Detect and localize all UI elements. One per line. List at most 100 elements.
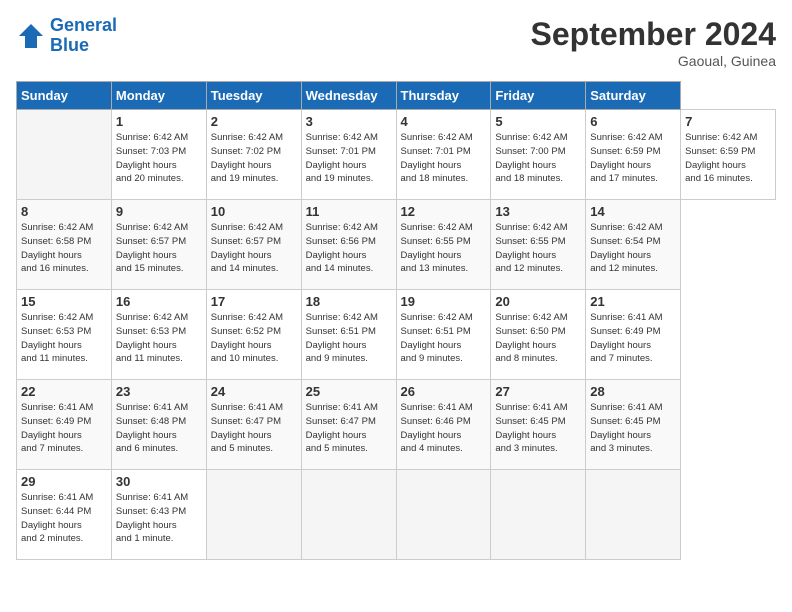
day-detail: Sunrise: 6:41 AMSunset: 6:44 PMDaylight … [21,491,107,546]
calendar-day-cell [396,470,491,560]
calendar-week-row: 22 Sunrise: 6:41 AMSunset: 6:49 PMDayligh… [17,380,776,470]
weekday-header-cell: Monday [111,82,206,110]
page-header: General Blue September 2024 Gaoual, Guin… [16,16,776,69]
day-detail: Sunrise: 6:42 AMSunset: 6:56 PMDaylight … [306,221,392,276]
day-number: 4 [401,114,487,129]
calendar-day-cell: 5Sunrise: 6:42 AMSunset: 7:00 PMDaylight… [491,110,586,200]
day-detail: Sunrise: 6:41 AMSunset: 6:49 PMDaylight … [21,401,107,456]
day-detail: Sunrise: 6:42 AMSunset: 7:01 PMDaylight … [401,131,487,186]
weekday-header-cell: Thursday [396,82,491,110]
calendar-week-row: 29Sunrise: 6:41 AMSunset: 6:44 PMDayligh… [17,470,776,560]
day-detail: Sunrise: 6:41 AMSunset: 6:47 PMDaylight … [306,401,392,456]
day-number: 26 [401,384,487,399]
day-number: 19 [401,294,487,309]
day-detail: Sunrise: 6:41 AMSunset: 6:43 PMDaylight … [116,491,202,546]
day-detail: Sunrise: 6:42 AMSunset: 6:57 PMDaylight … [116,221,202,276]
day-detail: Sunrise: 6:42 AMSunset: 7:01 PMDaylight … [306,131,392,186]
calendar-day-cell: 9Sunrise: 6:42 AMSunset: 6:57 PMDaylight… [111,200,206,290]
logo-line2: Blue [50,35,89,55]
calendar-day-cell: 13Sunrise: 6:42 AMSunset: 6:55 PMDayligh… [491,200,586,290]
day-number: 16 [116,294,202,309]
logo-line1: General [50,15,117,35]
day-detail: Sunrise: 6:42 AMSunset: 6:59 PMDaylight … [590,131,676,186]
day-number: 21 [590,294,676,309]
day-detail: Sunrise: 6:42 AMSunset: 6:57 PMDaylight … [211,221,297,276]
day-detail: Sunrise: 6:41 AMSunset: 6:49 PMDaylight … [590,311,676,366]
logo-icon [16,21,46,51]
day-number: 24 [211,384,297,399]
calendar-day-cell: 12 Sunrise: 6:42 AMSunset: 6:55 PMDayligh… [396,200,491,290]
day-number: 13 [495,204,581,219]
calendar-day-cell: 17Sunrise: 6:42 AMSunset: 6:52 PMDayligh… [206,290,301,380]
calendar-day-cell: 18Sunrise: 6:42 AMSunset: 6:51 PMDayligh… [301,290,396,380]
calendar-week-row: 8 Sunrise: 6:42 AMSunset: 6:58 PMDaylight… [17,200,776,290]
calendar-day-cell: 24 Sunrise: 6:41 AMSunset: 6:47 PMDayligh… [206,380,301,470]
day-number: 2 [211,114,297,129]
subtitle: Gaoual, Guinea [531,53,776,69]
day-number: 18 [306,294,392,309]
day-number: 1 [116,114,202,129]
weekday-header-cell: Sunday [17,82,112,110]
day-number: 22 [21,384,107,399]
weekday-header-row: SundayMondayTuesdayWednesdayThursdayFrid… [17,82,776,110]
day-detail: Sunrise: 6:41 AMSunset: 6:45 PMDaylight … [495,401,581,456]
calendar-day-cell: 11 Sunrise: 6:42 AMSunset: 6:56 PMDayligh… [301,200,396,290]
calendar-day-cell: 15Sunrise: 6:42 AMSunset: 6:53 PMDayligh… [17,290,112,380]
calendar-day-cell: 19Sunrise: 6:42 AMSunset: 6:51 PMDayligh… [396,290,491,380]
calendar-day-cell: 20 Sunrise: 6:42 AMSunset: 6:50 PMDayligh… [491,290,586,380]
day-detail: Sunrise: 6:42 AMSunset: 7:03 PMDaylight … [116,131,202,186]
calendar-day-cell: 2Sunrise: 6:42 AMSunset: 7:02 PMDaylight… [206,110,301,200]
logo: General Blue [16,16,117,56]
day-detail: Sunrise: 6:42 AMSunset: 6:55 PMDaylight … [401,221,487,276]
logo-text: General Blue [50,16,117,56]
day-detail: Sunrise: 6:42 AMSunset: 6:58 PMDaylight … [21,221,107,276]
day-detail: Sunrise: 6:42 AMSunset: 7:00 PMDaylight … [495,131,581,186]
weekday-header-cell: Tuesday [206,82,301,110]
day-detail: Sunrise: 6:41 AMSunset: 6:48 PMDaylight … [116,401,202,456]
day-detail: Sunrise: 6:41 AMSunset: 6:47 PMDaylight … [211,401,297,456]
day-number: 28 [590,384,676,399]
day-detail: Sunrise: 6:42 AMSunset: 6:53 PMDaylight … [21,311,107,366]
calendar-week-row: 1 Sunrise: 6:42 AMSunset: 7:03 PMDaylight… [17,110,776,200]
calendar-day-cell: 3 Sunrise: 6:42 AMSunset: 7:01 PMDaylight… [301,110,396,200]
weekday-header-cell: Saturday [586,82,681,110]
day-number: 23 [116,384,202,399]
calendar-day-cell [301,470,396,560]
day-number: 27 [495,384,581,399]
calendar-week-row: 15Sunrise: 6:42 AMSunset: 6:53 PMDayligh… [17,290,776,380]
day-detail: Sunrise: 6:42 AMSunset: 6:54 PMDaylight … [590,221,676,276]
day-detail: Sunrise: 6:41 AMSunset: 6:45 PMDaylight … [590,401,676,456]
day-number: 20 [495,294,581,309]
calendar-day-cell: 8 Sunrise: 6:42 AMSunset: 6:58 PMDaylight… [17,200,112,290]
calendar-day-cell: 23 Sunrise: 6:41 AMSunset: 6:48 PMDayligh… [111,380,206,470]
empty-cell [17,110,112,200]
calendar-day-cell: 21 Sunrise: 6:41 AMSunset: 6:49 PMDayligh… [586,290,681,380]
weekday-header-cell: Wednesday [301,82,396,110]
day-number: 12 [401,204,487,219]
calendar-day-cell: 27 Sunrise: 6:41 AMSunset: 6:45 PMDayligh… [491,380,586,470]
calendar-day-cell [491,470,586,560]
calendar-day-cell [586,470,681,560]
month-title: September 2024 [531,16,776,53]
day-detail: Sunrise: 6:42 AMSunset: 6:52 PMDaylight … [211,311,297,366]
calendar-day-cell: 25 Sunrise: 6:41 AMSunset: 6:47 PMDayligh… [301,380,396,470]
calendar-table: SundayMondayTuesdayWednesdayThursdayFrid… [16,81,776,560]
day-number: 10 [211,204,297,219]
calendar-day-cell: 6Sunrise: 6:42 AMSunset: 6:59 PMDaylight… [586,110,681,200]
calendar-day-cell: 29Sunrise: 6:41 AMSunset: 6:44 PMDayligh… [17,470,112,560]
calendar-day-cell: 7Sunrise: 6:42 AMSunset: 6:59 PMDaylight… [681,110,776,200]
day-number: 30 [116,474,202,489]
weekday-header-cell: Friday [491,82,586,110]
day-detail: Sunrise: 6:42 AMSunset: 6:50 PMDaylight … [495,311,581,366]
day-number: 14 [590,204,676,219]
day-number: 11 [306,204,392,219]
calendar-day-cell: 30 Sunrise: 6:41 AMSunset: 6:43 PMDayligh… [111,470,206,560]
calendar-day-cell: 28 Sunrise: 6:41 AMSunset: 6:45 PMDayligh… [586,380,681,470]
day-number: 8 [21,204,107,219]
day-number: 25 [306,384,392,399]
title-block: September 2024 Gaoual, Guinea [531,16,776,69]
calendar-day-cell: 10 Sunrise: 6:42 AMSunset: 6:57 PMDayligh… [206,200,301,290]
day-number: 3 [306,114,392,129]
day-detail: Sunrise: 6:41 AMSunset: 6:46 PMDaylight … [401,401,487,456]
calendar-day-cell: 1 Sunrise: 6:42 AMSunset: 7:03 PMDaylight… [111,110,206,200]
